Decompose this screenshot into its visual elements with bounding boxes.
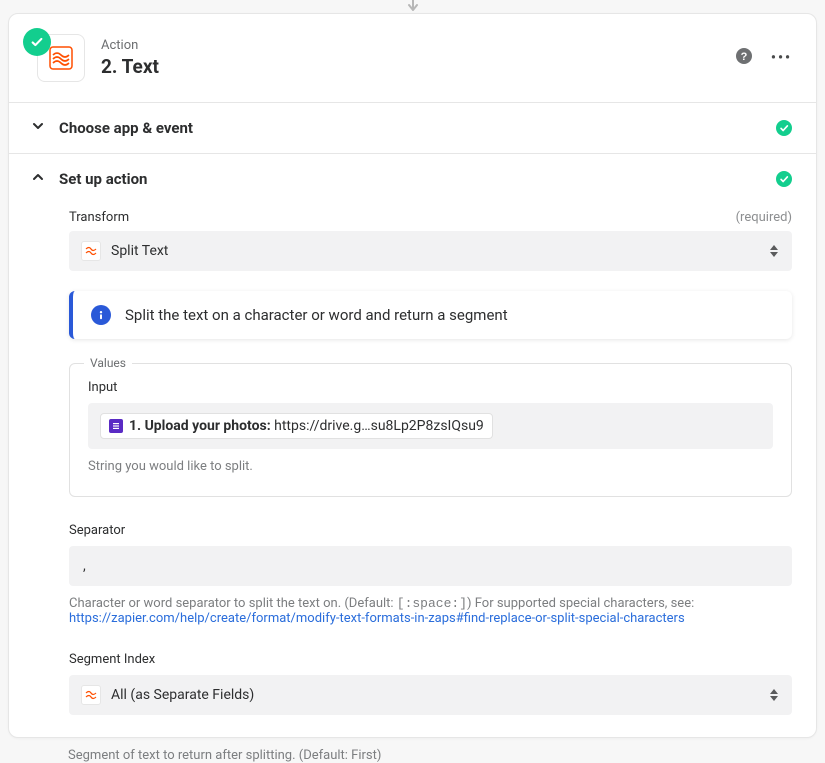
formatter-icon — [81, 685, 101, 705]
step-type-label: Action — [101, 38, 735, 53]
formatter-icon — [81, 241, 101, 261]
separator-block: Separator , Character or word separator … — [69, 523, 792, 626]
segment-index-block: Segment Index All (as Separate Fields) — [69, 652, 792, 715]
segment-index-select[interactable]: All (as Separate Fields) — [69, 675, 792, 715]
section-choose-app-event[interactable]: Choose app & event — [9, 102, 816, 153]
chevron-up-icon — [31, 170, 45, 188]
svg-text:?: ? — [741, 51, 748, 63]
step-title: 2. Text — [101, 55, 735, 78]
action-step-card: Action 2. Text ? ••• Choose app & event … — [8, 13, 817, 738]
step-header: Action 2. Text ? ••• — [9, 14, 816, 102]
more-options-icon[interactable]: ••• — [771, 50, 792, 66]
section-title: Set up action — [59, 170, 147, 188]
info-icon — [91, 305, 111, 325]
separator-help-link[interactable]: https://zapier.com/help/create/format/mo… — [69, 611, 685, 626]
input-hint: String you would like to split. — [88, 459, 773, 474]
separator-label: Separator — [69, 523, 792, 538]
segment-hint: Segment of text to return after splittin… — [8, 748, 825, 763]
segment-value: All (as Separate Fields) — [111, 687, 254, 703]
step-complete-badge — [23, 28, 51, 56]
connector-arrow — [0, 0, 825, 13]
values-legend: Values — [84, 356, 132, 370]
section-title: Choose app & event — [59, 119, 193, 137]
input-field[interactable]: 1. Upload your photos: https://drive.g…s… — [88, 403, 773, 449]
transform-info-callout: Split the text on a character or word an… — [69, 291, 792, 339]
select-arrows-icon — [770, 245, 778, 257]
section-complete-icon — [776, 120, 792, 136]
chevron-down-icon — [31, 119, 45, 137]
segment-label: Segment Index — [69, 652, 792, 667]
section-complete-icon — [776, 171, 792, 187]
help-icon[interactable]: ? — [735, 47, 753, 69]
required-label: (required) — [736, 210, 792, 225]
section-set-up-action[interactable]: Set up action — [9, 153, 816, 204]
transform-value: Split Text — [111, 243, 168, 259]
google-forms-icon — [109, 419, 123, 433]
select-arrows-icon — [770, 689, 778, 701]
pill-label: 1. Upload your photos: https://drive.g…s… — [129, 418, 484, 434]
separator-hint: Character or word separator to split the… — [69, 596, 792, 626]
info-text: Split the text on a character or word an… — [125, 306, 508, 324]
transform-label: Transform — [69, 210, 129, 225]
set-up-action-body: Transform (required) Split Text Split th… — [9, 204, 816, 737]
mapped-value-pill[interactable]: 1. Upload your photos: https://drive.g…s… — [100, 413, 493, 439]
separator-input[interactable]: , — [69, 546, 792, 586]
values-fieldset: Values Input 1. Upload your photos: http… — [69, 363, 792, 497]
transform-select[interactable]: Split Text — [69, 231, 792, 271]
input-label: Input — [88, 380, 773, 395]
